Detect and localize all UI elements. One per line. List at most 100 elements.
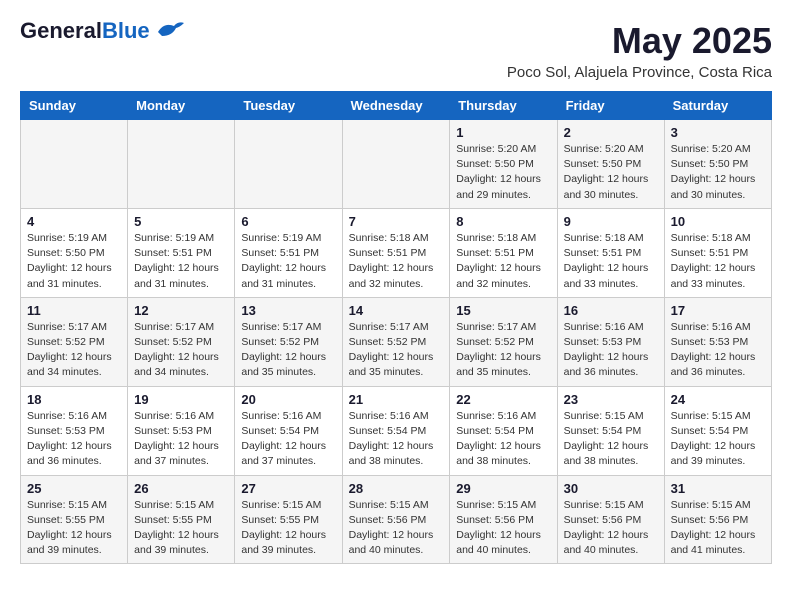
- calendar-cell: 3 Sunrise: 5:20 AM Sunset: 5:50 PM Daylig…: [664, 120, 771, 209]
- calendar-cell: 5 Sunrise: 5:19 AM Sunset: 5:51 PM Daylig…: [128, 208, 235, 297]
- calendar-cell: 2 Sunrise: 5:20 AM Sunset: 5:50 PM Daylig…: [557, 120, 664, 209]
- day-number: 8: [456, 214, 550, 229]
- calendar-cell: 28Sunrise: 5:15 AM Sunset: 5:56 PM Dayli…: [342, 475, 450, 564]
- day-number: 3: [671, 125, 765, 140]
- day-info: Sunrise: 5:15 AM Sunset: 5:56 PM Dayligh…: [671, 498, 765, 559]
- calendar-cell: [128, 120, 235, 209]
- day-info: Sunrise: 5:15 AM Sunset: 5:56 PM Dayligh…: [349, 498, 444, 559]
- day-info: Sunrise: 5:18 AM Sunset: 5:51 PM Dayligh…: [564, 231, 658, 292]
- day-info: Sunrise: 5:17 AM Sunset: 5:52 PM Dayligh…: [456, 320, 550, 381]
- calendar-cell: 12Sunrise: 5:17 AM Sunset: 5:52 PM Dayli…: [128, 297, 235, 386]
- day-info: Sunrise: 5:19 AM Sunset: 5:50 PM Dayligh…: [27, 231, 121, 292]
- calendar-cell: 11Sunrise: 5:17 AM Sunset: 5:52 PM Dayli…: [21, 297, 128, 386]
- day-info: Sunrise: 5:18 AM Sunset: 5:51 PM Dayligh…: [349, 231, 444, 292]
- calendar-cell: 17 Sunrise: 5:16 AM Sunset: 5:53 PM Dayli…: [664, 297, 771, 386]
- calendar-cell: 15 Sunrise: 5:17 AM Sunset: 5:52 PM Dayli…: [450, 297, 557, 386]
- day-number: 7: [349, 214, 444, 229]
- calendar-cell: 18Sunrise: 5:16 AM Sunset: 5:53 PM Dayli…: [21, 386, 128, 475]
- day-info: Sunrise: 5:19 AM Sunset: 5:51 PM Dayligh…: [134, 231, 228, 292]
- calendar-cell: 25Sunrise: 5:15 AM Sunset: 5:55 PM Dayli…: [21, 475, 128, 564]
- weekday-header-saturday: Saturday: [664, 92, 771, 120]
- day-info: Sunrise: 5:17 AM Sunset: 5:52 PM Dayligh…: [27, 320, 121, 381]
- weekday-header-sunday: Sunday: [21, 92, 128, 120]
- day-info: Sunrise: 5:20 AM Sunset: 5:50 PM Dayligh…: [671, 142, 765, 203]
- calendar-cell: 29 Sunrise: 5:15 AM Sunset: 5:56 PM Dayli…: [450, 475, 557, 564]
- day-number: 5: [134, 214, 228, 229]
- calendar-cell: [21, 120, 128, 209]
- calendar-cell: 24Sunrise: 5:15 AM Sunset: 5:54 PM Dayli…: [664, 386, 771, 475]
- page-header: GeneralBlue May 2025 Poco Sol, Alajuela …: [20, 20, 772, 81]
- calendar-cell: 26Sunrise: 5:15 AM Sunset: 5:55 PM Dayli…: [128, 475, 235, 564]
- calendar-cell: 9 Sunrise: 5:18 AM Sunset: 5:51 PM Daylig…: [557, 208, 664, 297]
- day-info: Sunrise: 5:15 AM Sunset: 5:54 PM Dayligh…: [671, 409, 765, 470]
- day-info: Sunrise: 5:16 AM Sunset: 5:53 PM Dayligh…: [564, 320, 658, 381]
- title-area: May 2025 Poco Sol, Alajuela Province, Co…: [507, 20, 772, 81]
- day-number: 13: [241, 303, 335, 318]
- day-info: Sunrise: 5:15 AM Sunset: 5:54 PM Dayligh…: [564, 409, 658, 470]
- day-info: Sunrise: 5:17 AM Sunset: 5:52 PM Dayligh…: [134, 320, 228, 381]
- calendar-cell: 22 Sunrise: 5:16 AM Sunset: 5:54 PM Dayli…: [450, 386, 557, 475]
- calendar-cell: 20 Sunrise: 5:16 AM Sunset: 5:54 PM Dayli…: [235, 386, 342, 475]
- day-info: Sunrise: 5:20 AM Sunset: 5:50 PM Dayligh…: [456, 142, 550, 203]
- day-number: 31: [671, 481, 765, 496]
- day-info: Sunrise: 5:16 AM Sunset: 5:54 PM Dayligh…: [241, 409, 335, 470]
- day-info: Sunrise: 5:16 AM Sunset: 5:53 PM Dayligh…: [671, 320, 765, 381]
- day-info: Sunrise: 5:15 AM Sunset: 5:55 PM Dayligh…: [27, 498, 121, 559]
- day-info: Sunrise: 5:17 AM Sunset: 5:52 PM Dayligh…: [349, 320, 444, 381]
- day-number: 18: [27, 392, 121, 407]
- calendar-cell: 1 Sunrise: 5:20 AM Sunset: 5:50 PM Daylig…: [450, 120, 557, 209]
- day-number: 15: [456, 303, 550, 318]
- calendar-cell: 10 Sunrise: 5:18 AM Sunset: 5:51 PM Dayli…: [664, 208, 771, 297]
- day-info: Sunrise: 5:15 AM Sunset: 5:56 PM Dayligh…: [456, 498, 550, 559]
- day-info: Sunrise: 5:16 AM Sunset: 5:54 PM Dayligh…: [456, 409, 550, 470]
- weekday-header-monday: Monday: [128, 92, 235, 120]
- calendar-header-row: SundayMondayTuesdayWednesdayThursdayFrid…: [21, 92, 772, 120]
- calendar-cell: 23Sunrise: 5:15 AM Sunset: 5:54 PM Dayli…: [557, 386, 664, 475]
- calendar-cell: 27Sunrise: 5:15 AM Sunset: 5:55 PM Dayli…: [235, 475, 342, 564]
- calendar-cell: 14 Sunrise: 5:17 AM Sunset: 5:52 PM Dayli…: [342, 297, 450, 386]
- calendar-week-row: 11Sunrise: 5:17 AM Sunset: 5:52 PM Dayli…: [21, 297, 772, 386]
- day-number: 10: [671, 214, 765, 229]
- calendar-cell: 6Sunrise: 5:19 AM Sunset: 5:51 PM Daylig…: [235, 208, 342, 297]
- day-number: 20: [241, 392, 335, 407]
- weekday-header-tuesday: Tuesday: [235, 92, 342, 120]
- logo-text-general: General: [20, 18, 102, 43]
- calendar-cell: 31 Sunrise: 5:15 AM Sunset: 5:56 PM Dayli…: [664, 475, 771, 564]
- day-number: 19: [134, 392, 228, 407]
- calendar-week-row: 1 Sunrise: 5:20 AM Sunset: 5:50 PM Daylig…: [21, 120, 772, 209]
- calendar-cell: 13 Sunrise: 5:17 AM Sunset: 5:52 PM Dayli…: [235, 297, 342, 386]
- calendar-cell: [235, 120, 342, 209]
- calendar-subtitle: Poco Sol, Alajuela Province, Costa Rica: [507, 64, 772, 81]
- day-number: 2: [564, 125, 658, 140]
- day-info: Sunrise: 5:18 AM Sunset: 5:51 PM Dayligh…: [671, 231, 765, 292]
- calendar-cell: 19Sunrise: 5:16 AM Sunset: 5:53 PM Dayli…: [128, 386, 235, 475]
- calendar-title: May 2025: [507, 20, 772, 62]
- day-info: Sunrise: 5:18 AM Sunset: 5:51 PM Dayligh…: [456, 231, 550, 292]
- day-info: Sunrise: 5:15 AM Sunset: 5:55 PM Dayligh…: [134, 498, 228, 559]
- calendar-cell: 4 Sunrise: 5:19 AM Sunset: 5:50 PM Daylig…: [21, 208, 128, 297]
- logo: GeneralBlue: [20, 20, 186, 42]
- day-number: 17: [671, 303, 765, 318]
- calendar-cell: 7 Sunrise: 5:18 AM Sunset: 5:51 PM Daylig…: [342, 208, 450, 297]
- day-number: 27: [241, 481, 335, 496]
- day-number: 14: [349, 303, 444, 318]
- weekday-header-wednesday: Wednesday: [342, 92, 450, 120]
- day-number: 1: [456, 125, 550, 140]
- day-info: Sunrise: 5:16 AM Sunset: 5:54 PM Dayligh…: [349, 409, 444, 470]
- day-info: Sunrise: 5:20 AM Sunset: 5:50 PM Dayligh…: [564, 142, 658, 203]
- day-number: 4: [27, 214, 121, 229]
- calendar-cell: 8 Sunrise: 5:18 AM Sunset: 5:51 PM Daylig…: [450, 208, 557, 297]
- calendar-cell: 16 Sunrise: 5:16 AM Sunset: 5:53 PM Dayli…: [557, 297, 664, 386]
- calendar-cell: 30Sunrise: 5:15 AM Sunset: 5:56 PM Dayli…: [557, 475, 664, 564]
- logo-bird-icon: [154, 18, 186, 40]
- calendar-cell: 21Sunrise: 5:16 AM Sunset: 5:54 PM Dayli…: [342, 386, 450, 475]
- day-number: 9: [564, 214, 658, 229]
- day-number: 30: [564, 481, 658, 496]
- day-number: 16: [564, 303, 658, 318]
- day-number: 29: [456, 481, 550, 496]
- day-number: 22: [456, 392, 550, 407]
- day-info: Sunrise: 5:17 AM Sunset: 5:52 PM Dayligh…: [241, 320, 335, 381]
- calendar-week-row: 4 Sunrise: 5:19 AM Sunset: 5:50 PM Daylig…: [21, 208, 772, 297]
- logo-text-blue: Blue: [102, 18, 150, 43]
- calendar-week-row: 18Sunrise: 5:16 AM Sunset: 5:53 PM Dayli…: [21, 386, 772, 475]
